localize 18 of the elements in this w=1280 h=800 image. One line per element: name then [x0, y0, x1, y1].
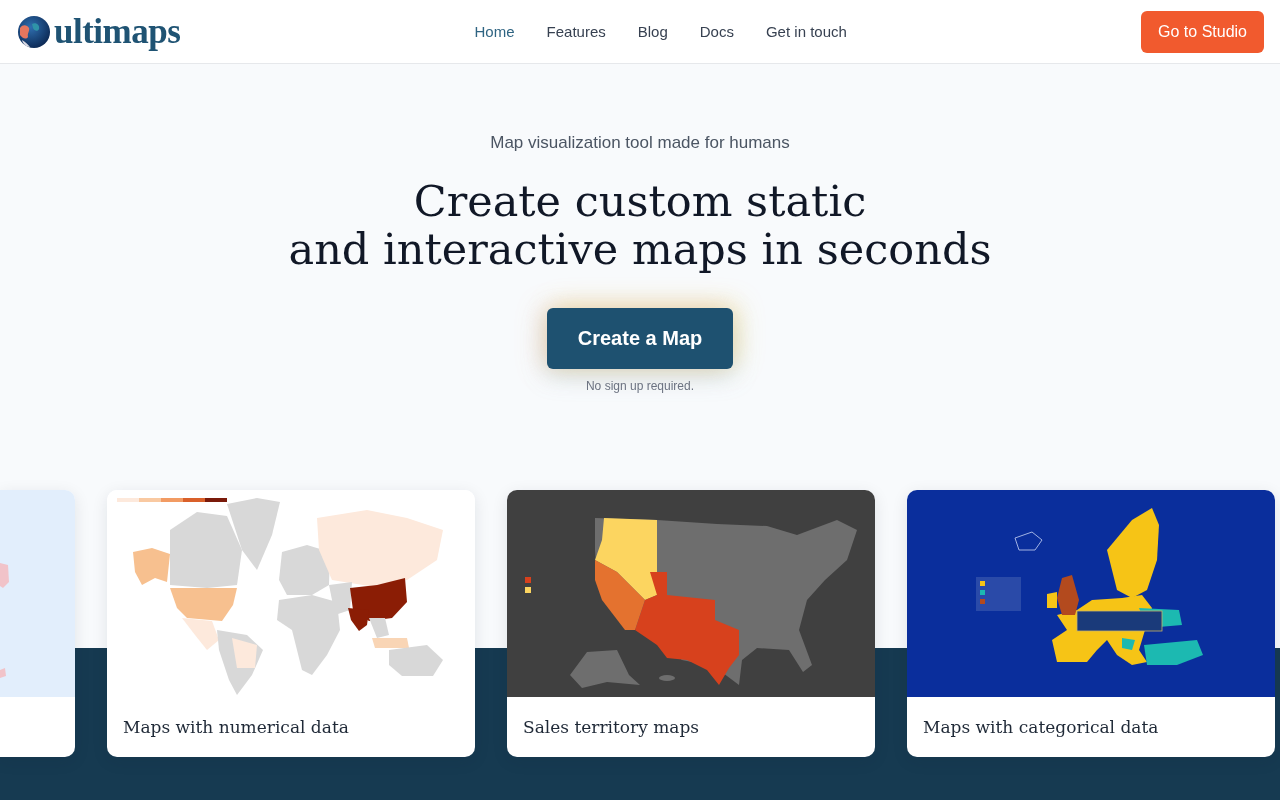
nav-link[interactable]: Features [546, 21, 606, 42]
hero-headline: Create custom static and interactive maps in seconds [288, 177, 992, 273]
map-card[interactable] [0, 490, 75, 757]
nav-link[interactable]: Blog [637, 21, 668, 42]
card-caption: Maps with categorical data [923, 717, 1159, 737]
logo-link[interactable]: ultimaps [18, 14, 181, 49]
nav-link[interactable]: Docs [699, 21, 734, 42]
nav-link[interactable]: Home [474, 21, 515, 42]
card-caption: Maps with numerical data [123, 717, 349, 737]
map-card[interactable]: Maps with numerical data [107, 490, 475, 757]
nav-link[interactable]: Get in touch [765, 21, 847, 42]
signup-note: No sign up required. [585, 378, 695, 394]
card-caption: Sales territory maps [523, 717, 700, 737]
hero-tagline: Map visualization tool made for humans [490, 132, 790, 154]
create-map-button[interactable]: Create a Map [547, 308, 733, 369]
globe-icon [18, 15, 50, 48]
map-card[interactable]: Maps with categorical data [907, 490, 1275, 757]
map-card[interactable]: Sales territory maps [507, 490, 875, 757]
